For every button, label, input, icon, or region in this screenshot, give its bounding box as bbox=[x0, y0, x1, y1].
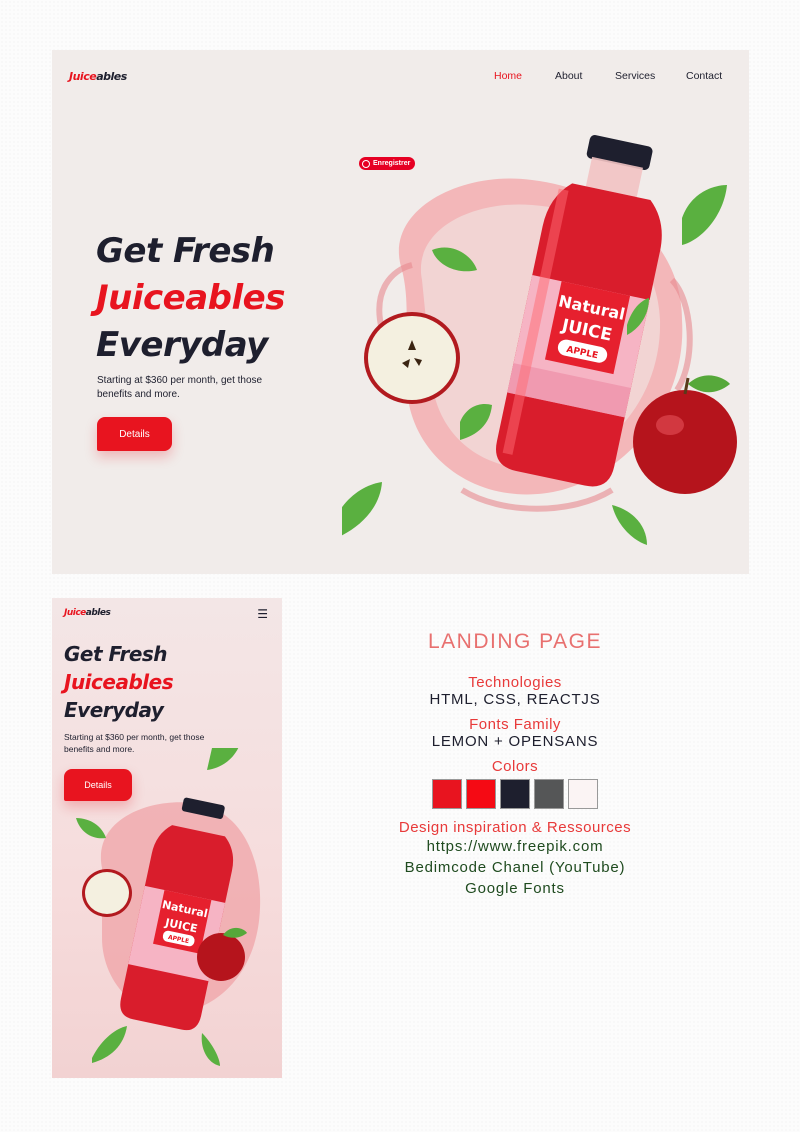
hamburger-icon[interactable]: ☰ bbox=[257, 607, 268, 621]
save-label: Enregistrer bbox=[373, 160, 411, 167]
save-pill[interactable]: Enregistrer bbox=[359, 157, 416, 170]
desktop-mockup: Juiceables Home About Services Contact G… bbox=[52, 50, 749, 574]
leaf-icon bbox=[92, 1026, 127, 1063]
colors-label: Colors bbox=[491, 758, 539, 775]
hero-subtitle: Starting at $360 per month, get those be… bbox=[97, 375, 263, 400]
nav-about[interactable]: About bbox=[555, 70, 582, 82]
fonts-label: Fonts Family bbox=[469, 716, 561, 733]
resources-label: Design inspiration & Ressources bbox=[398, 819, 632, 836]
mobile-hero-title-line3: Everyday bbox=[64, 698, 164, 722]
color-swatch bbox=[500, 779, 530, 809]
logo[interactable]: Juiceables bbox=[69, 70, 127, 83]
mobile-hero-title: Get Fresh Juiceables Everyday bbox=[64, 640, 174, 724]
nav-home[interactable]: Home bbox=[494, 70, 522, 82]
resource-youtube[interactable]: Bedimcode Chanel (YouTube) bbox=[340, 857, 690, 878]
mobile-hero-title-line2: Juiceables bbox=[64, 670, 174, 694]
color-swatch bbox=[534, 779, 564, 809]
leaf-icon bbox=[207, 748, 239, 770]
mobile-hero-title-line1: Get Fresh bbox=[64, 642, 168, 666]
details-button[interactable]: Details bbox=[97, 417, 172, 451]
resource-google-fonts[interactable]: Google Fonts bbox=[340, 878, 690, 899]
mobile-logo-prefix: Juice bbox=[64, 608, 86, 618]
nav-services[interactable]: Services bbox=[615, 70, 655, 82]
pinterest-icon bbox=[362, 159, 370, 168]
info-panel: LANDING PAGE Technologies HTML, CSS, REA… bbox=[340, 630, 690, 899]
color-swatch bbox=[466, 779, 496, 809]
color-swatch bbox=[568, 779, 598, 809]
leaf-icon bbox=[682, 185, 727, 245]
color-swatch bbox=[432, 779, 462, 809]
leaf-icon bbox=[342, 482, 382, 536]
logo-prefix: Juice bbox=[69, 70, 97, 83]
nav-contact[interactable]: Contact bbox=[686, 70, 722, 82]
leaf-icon bbox=[612, 505, 647, 545]
info-heading: LANDING PAGE bbox=[428, 630, 602, 653]
apple-slice bbox=[364, 312, 460, 404]
fonts-value: LEMON + OPENSANS bbox=[431, 733, 599, 750]
mobile-juice-illustration: Natural JUICE APPLE bbox=[76, 748, 261, 1066]
mobile-logo-suffix: ables bbox=[85, 608, 111, 618]
leaf-icon bbox=[201, 1033, 220, 1066]
logo-suffix: ables bbox=[96, 70, 127, 83]
color-swatches bbox=[340, 779, 690, 809]
technologies-label: Technologies bbox=[468, 674, 562, 691]
mobile-logo[interactable]: Juiceables bbox=[64, 608, 111, 618]
technologies-value: HTML, CSS, REACTJS bbox=[429, 691, 601, 708]
resource-freepik[interactable]: https://www.freepik.com bbox=[340, 836, 690, 857]
mobile-mockup: Juiceables ☰ Get Fresh Juiceables Everyd… bbox=[52, 598, 282, 1078]
juice-illustration: Natural JUICE APPLE bbox=[342, 135, 737, 545]
leaf-icon bbox=[76, 818, 106, 839]
mobile-apple-slice bbox=[82, 869, 132, 917]
